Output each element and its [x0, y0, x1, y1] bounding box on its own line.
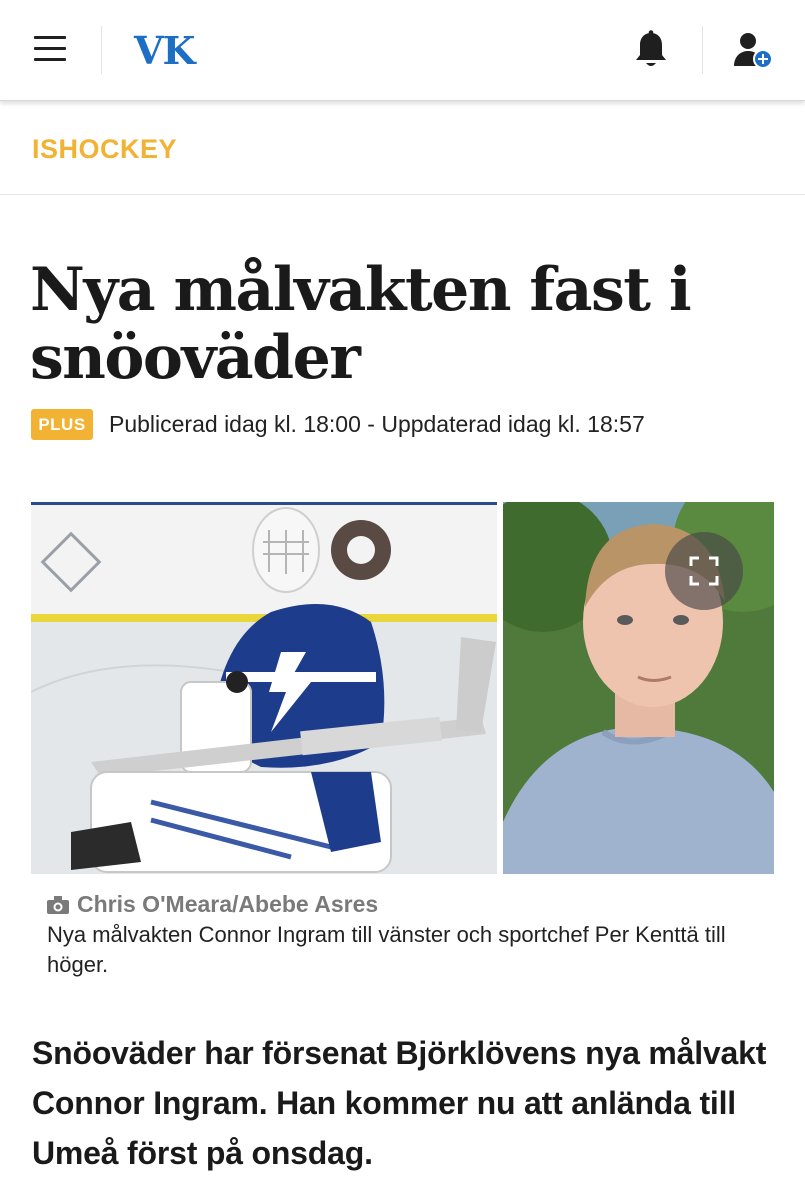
article-headline: Nya målvakten fast i snöoväder: [30, 255, 692, 393]
user-add-icon[interactable]: [732, 30, 774, 70]
top-navigation-bar: VK: [0, 0, 805, 101]
camera-icon: [47, 895, 69, 914]
article-lead: Snöoväder har försenat Björklövens nya m…: [32, 1035, 767, 1171]
divider: [702, 26, 703, 74]
photo-credit: Chris O'Meara/Abebe Asres: [47, 891, 378, 918]
section-label[interactable]: ISHOCKEY: [32, 134, 177, 165]
photo-caption: Nya målvakten Connor Ingram till vänster…: [47, 922, 726, 977]
site-logo[interactable]: VK: [134, 28, 196, 73]
menu-icon[interactable]: [34, 36, 66, 62]
publish-info: Publicerad idag kl. 18:00 - Uppdaterad i…: [109, 411, 645, 437]
goalie-photo: [31, 502, 497, 874]
plus-badge: PLUS: [31, 409, 93, 440]
fullscreen-icon: [689, 556, 719, 586]
photo-credit-text: Chris O'Meara/Abebe Asres: [77, 891, 379, 917]
expand-image-button[interactable]: [665, 532, 743, 610]
article-photo[interactable]: [31, 502, 774, 874]
bell-icon[interactable]: [632, 30, 670, 70]
divider: [101, 26, 102, 74]
